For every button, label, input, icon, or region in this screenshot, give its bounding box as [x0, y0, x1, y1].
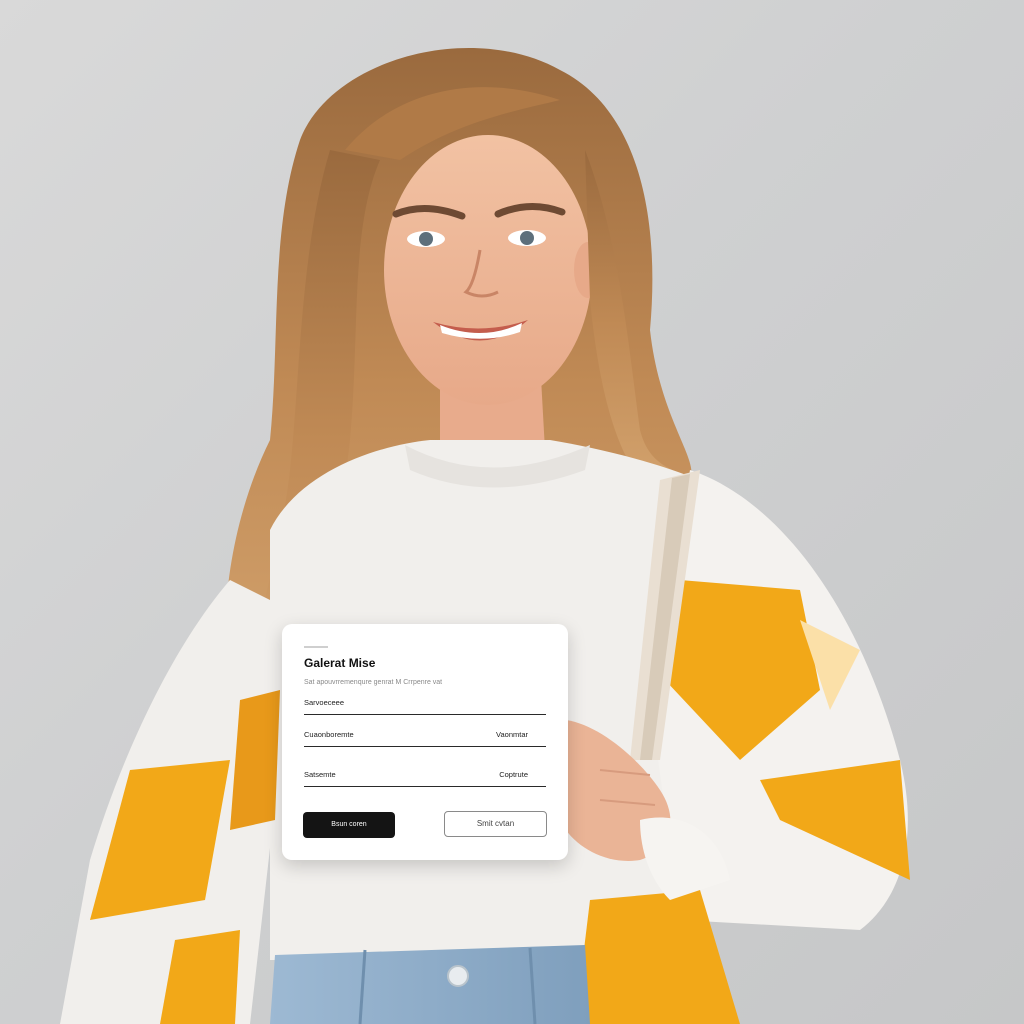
field-label: Cuaonboremte	[304, 730, 354, 739]
field-value: Vaonmtar	[496, 730, 528, 739]
form-field-2[interactable]: Cuaonboremte Vaonmtar	[304, 728, 546, 747]
form-field-1[interactable]: Sarvoeceee	[304, 696, 546, 715]
jeans	[270, 945, 590, 1024]
field-label: Sarvoeceee	[304, 698, 345, 707]
field-value: Coptrute	[499, 770, 528, 779]
card-accent-line	[304, 646, 328, 648]
field-label: Satsemte	[304, 770, 336, 779]
card-subtitle: Sat apouvrremenqure genrat M Crrpenre va…	[304, 679, 443, 686]
face	[384, 135, 592, 405]
form-field-3[interactable]: Satsemte Coptrute	[304, 768, 546, 787]
card-title: Galerat Mise	[304, 656, 376, 670]
form-card: Galerat Mise Sat apouvrremenqure genrat …	[282, 624, 568, 860]
primary-button[interactable]: Bsun coren	[303, 812, 395, 838]
secondary-button[interactable]: Smit cvtan	[444, 811, 547, 837]
photo-scene	[60, 47, 910, 1024]
jeans-button	[447, 965, 469, 987]
